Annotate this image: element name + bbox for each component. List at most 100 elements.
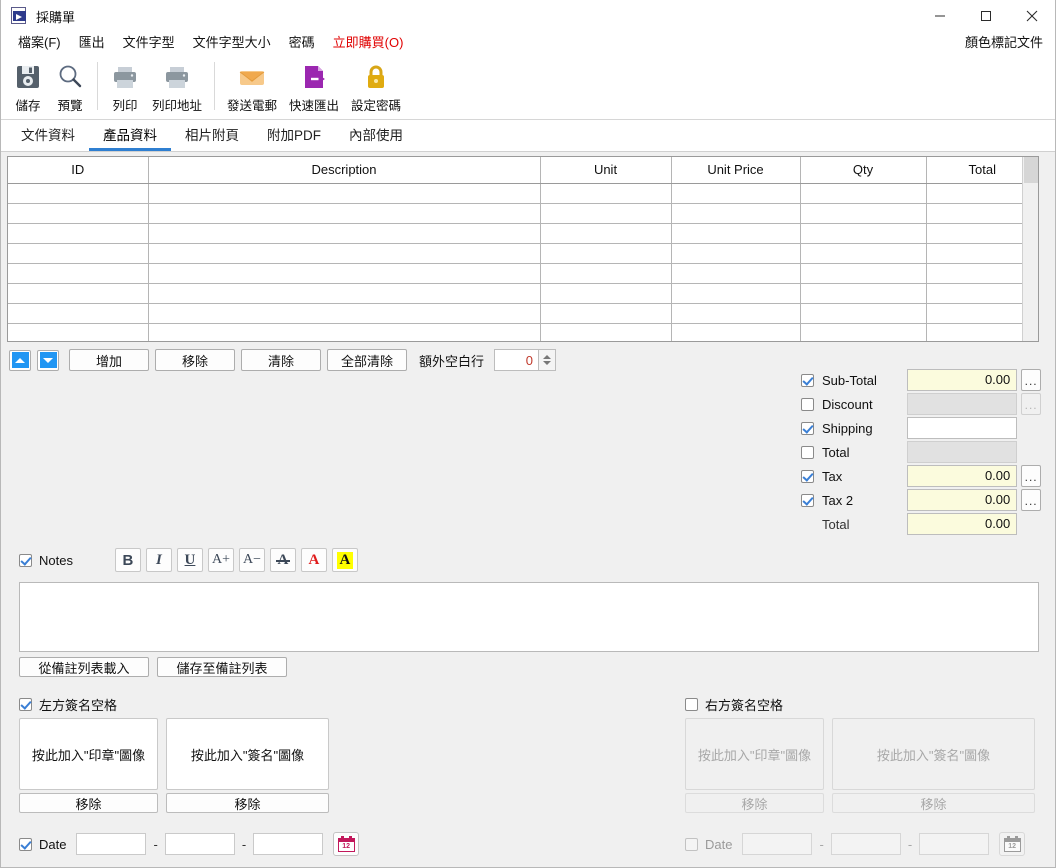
column-header-id[interactable]: ID [8,157,149,184]
move-row-up-button[interactable] [9,349,31,371]
cell-unit[interactable] [540,323,672,341]
table-row[interactable] [8,223,1038,244]
cell-id[interactable] [8,323,149,341]
total-optional-checkbox[interactable] [801,445,814,459]
column-header-description[interactable]: Description [148,157,541,184]
shipping-checkbox[interactable] [801,421,814,435]
cell-qty[interactable] [800,203,927,224]
cell-description[interactable] [148,243,541,264]
toolbar-button-print-address[interactable]: 列印地址 [146,60,208,116]
discount-checkbox[interactable] [801,397,814,411]
tax2-checkbox[interactable] [801,493,814,507]
menu-item-buy-now[interactable]: 立即購買(O) [324,32,413,54]
cell-description[interactable] [148,283,541,304]
table-row[interactable] [8,303,1038,324]
product-grid[interactable]: ID Description Unit Unit Price Qty Total [7,156,1039,342]
cell-id[interactable] [8,303,149,324]
left-sign-dropzone[interactable]: 按此加入"簽名"圖像 [166,718,329,790]
tax-options-button[interactable]: ... [1021,465,1041,487]
cell-unit-price[interactable] [671,203,801,224]
cell-unit-price[interactable] [671,303,801,324]
table-row[interactable] [8,263,1038,284]
tax2-options-button[interactable]: ... [1021,489,1041,511]
left-date-checkbox[interactable] [19,837,32,851]
cell-qty[interactable] [800,323,927,341]
left-stamp-remove-button[interactable]: 移除 [19,793,158,813]
minimize-icon[interactable] [917,0,963,32]
shipping-value[interactable] [906,417,1018,439]
menu-item-password[interactable]: 密碼 [280,32,324,54]
cell-unit-price[interactable] [671,323,801,341]
menu-item-document-font-size[interactable]: 文件字型大小 [184,32,280,54]
toolbar-button-save[interactable]: 儲存 [7,60,49,116]
column-header-qty[interactable]: Qty [800,157,927,184]
sub-total-value[interactable]: 0.00 [906,369,1018,391]
tax-checkbox[interactable] [801,469,814,483]
cell-qty[interactable] [800,303,927,324]
cell-description[interactable] [148,203,541,224]
italic-icon[interactable]: I [145,548,172,572]
left-sign-remove-button[interactable]: 移除 [166,793,329,813]
column-header-unit-price[interactable]: Unit Price [671,157,801,184]
menu-item-file[interactable]: 檔案(F) [9,32,70,54]
cell-description[interactable] [148,223,541,244]
stepper-buttons[interactable] [538,349,557,371]
remove-row-button[interactable]: 移除 [155,349,235,371]
tab-photo-pages[interactable]: 相片附頁 [171,120,253,151]
right-signature-checkbox[interactable] [685,697,698,711]
table-row[interactable] [8,283,1038,304]
cell-unit-price[interactable] [671,183,801,204]
underline-icon[interactable]: U [176,548,203,572]
increase-font-size-icon[interactable]: A+ [207,548,234,572]
table-row[interactable] [8,323,1038,341]
cell-qty[interactable] [800,263,927,284]
notes-checkbox[interactable] [19,553,32,567]
toolbar-button-set-password[interactable]: 設定密碼 [345,60,407,116]
cell-unit[interactable] [540,243,672,264]
load-from-notes-list-button[interactable]: 從備註列表載入 [19,657,149,677]
sub-total-options-button[interactable]: ... [1021,369,1041,391]
notes-textarea[interactable] [19,582,1039,652]
cell-description[interactable] [148,323,541,341]
grid-vertical-scrollbar[interactable] [1022,157,1038,341]
cell-id[interactable] [8,203,149,224]
cell-id[interactable] [8,223,149,244]
cell-unit-price[interactable] [671,243,801,264]
font-color-icon[interactable]: A [300,548,327,572]
table-row[interactable] [8,183,1038,204]
tax-value[interactable]: 0.00 [906,465,1018,487]
save-to-notes-list-button[interactable]: 儲存至備註列表 [157,657,287,677]
menu-item-document-font[interactable]: 文件字型 [114,32,184,54]
cell-unit-price[interactable] [671,223,801,244]
tab-document-data[interactable]: 文件資料 [7,120,89,151]
move-row-down-button[interactable] [37,349,59,371]
left-date-day-input[interactable] [253,833,324,855]
cell-unit[interactable] [540,303,672,324]
cell-id[interactable] [8,263,149,284]
cell-id[interactable] [8,183,149,204]
cell-unit[interactable] [540,283,672,304]
decrease-font-size-icon[interactable]: A− [238,548,265,572]
cell-unit[interactable] [540,263,672,284]
toolbar-button-quick-export[interactable]: 快速匯出 [283,60,345,116]
menu-item-export[interactable]: 匯出 [70,32,114,54]
left-date-year-input[interactable] [76,833,147,855]
cell-description[interactable] [148,263,541,284]
left-stamp-dropzone[interactable]: 按此加入"印章"圖像 [19,718,158,790]
right-date-checkbox[interactable] [685,837,698,851]
left-signature-checkbox[interactable] [19,697,32,711]
strikethrough-icon[interactable]: A [269,548,296,572]
tab-attach-pdf[interactable]: 附加PDF [253,120,335,151]
cell-qty[interactable] [800,183,927,204]
scrollbar-thumb[interactable] [1024,157,1038,183]
cell-unit[interactable] [540,223,672,244]
cell-unit-price[interactable] [671,283,801,304]
highlight-color-icon[interactable]: A [331,548,358,572]
cell-unit-price[interactable] [671,263,801,284]
table-row[interactable] [8,243,1038,264]
cell-qty[interactable] [800,283,927,304]
cell-description[interactable] [148,303,541,324]
toolbar-button-send-email[interactable]: 發送電郵 [221,60,283,116]
table-row[interactable] [8,203,1038,224]
toolbar-button-print[interactable]: 列印 [104,60,146,116]
